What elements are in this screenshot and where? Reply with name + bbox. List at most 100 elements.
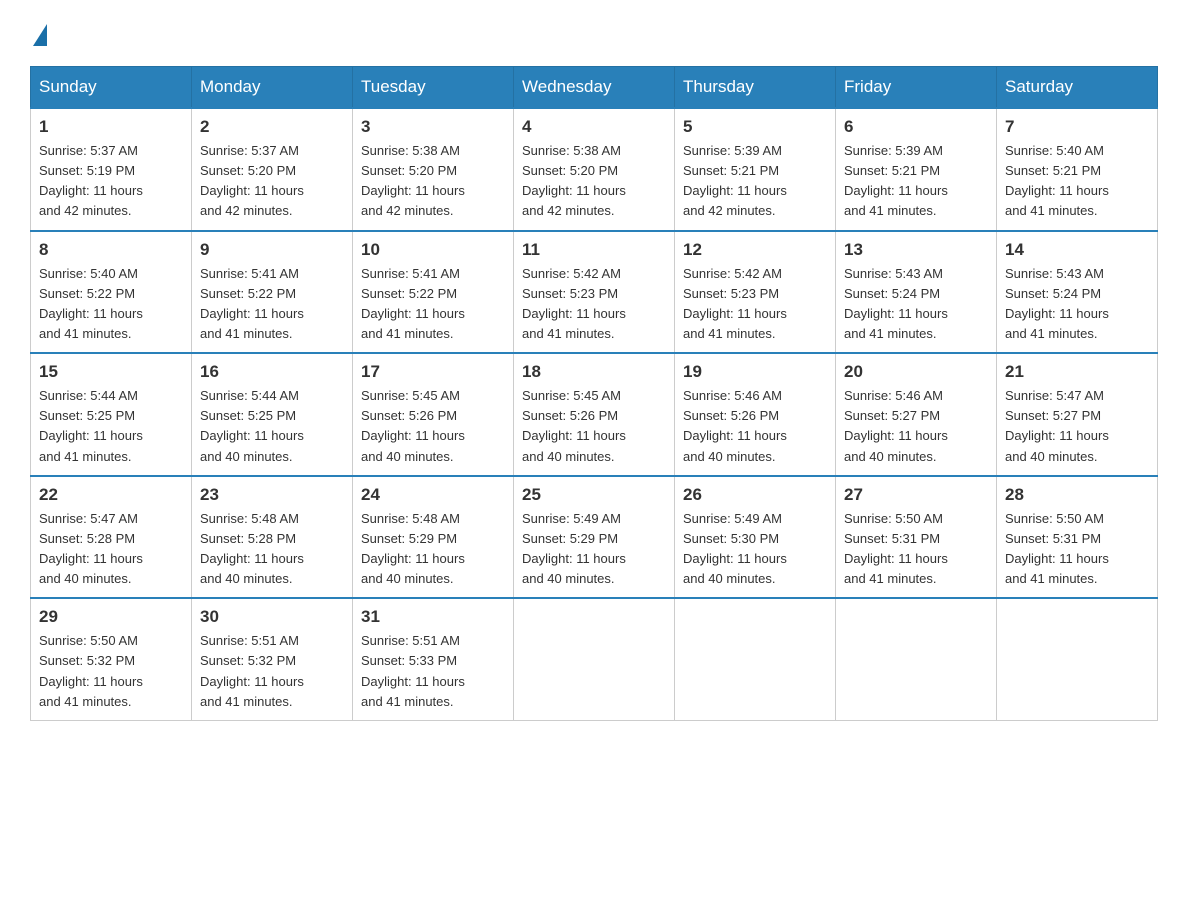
day-number: 4 [522, 117, 666, 137]
day-number: 20 [844, 362, 988, 382]
day-info: Sunrise: 5:39 AMSunset: 5:21 PMDaylight:… [844, 141, 988, 222]
day-number: 15 [39, 362, 183, 382]
day-number: 8 [39, 240, 183, 260]
day-info: Sunrise: 5:45 AMSunset: 5:26 PMDaylight:… [361, 386, 505, 467]
day-number: 6 [844, 117, 988, 137]
day-info: Sunrise: 5:51 AMSunset: 5:32 PMDaylight:… [200, 631, 344, 712]
day-info: Sunrise: 5:50 AMSunset: 5:32 PMDaylight:… [39, 631, 183, 712]
logo-triangle-icon [33, 24, 47, 46]
header-saturday: Saturday [997, 67, 1158, 109]
day-info: Sunrise: 5:44 AMSunset: 5:25 PMDaylight:… [200, 386, 344, 467]
day-number: 23 [200, 485, 344, 505]
header-sunday: Sunday [31, 67, 192, 109]
day-number: 12 [683, 240, 827, 260]
day-info: Sunrise: 5:48 AMSunset: 5:29 PMDaylight:… [361, 509, 505, 590]
calendar-week-row: 15 Sunrise: 5:44 AMSunset: 5:25 PMDayligh… [31, 353, 1158, 476]
calendar-cell: 28Sunrise: 5:50 AMSunset: 5:31 PMDayligh… [997, 476, 1158, 599]
calendar-cell [675, 598, 836, 720]
logo [30, 20, 47, 46]
day-info: Sunrise: 5:37 AMSunset: 5:19 PMDaylight:… [39, 141, 183, 222]
day-info: Sunrise: 5:41 AMSunset: 5:22 PMDaylight:… [200, 264, 344, 345]
calendar-week-row: 1 Sunrise: 5:37 AMSunset: 5:19 PMDaylight… [31, 108, 1158, 231]
calendar-cell: 24 Sunrise: 5:48 AMSunset: 5:29 PMDayligh… [353, 476, 514, 599]
calendar-header-row: SundayMondayTuesdayWednesdayThursdayFrid… [31, 67, 1158, 109]
calendar-cell: 11 Sunrise: 5:42 AMSunset: 5:23 PMDayligh… [514, 231, 675, 354]
calendar-cell: 22 Sunrise: 5:47 AMSunset: 5:28 PMDayligh… [31, 476, 192, 599]
calendar-cell: 6 Sunrise: 5:39 AMSunset: 5:21 PMDaylight… [836, 108, 997, 231]
header-tuesday: Tuesday [353, 67, 514, 109]
day-info: Sunrise: 5:51 AMSunset: 5:33 PMDaylight:… [361, 631, 505, 712]
calendar-cell: 21 Sunrise: 5:47 AMSunset: 5:27 PMDayligh… [997, 353, 1158, 476]
header-friday: Friday [836, 67, 997, 109]
calendar-table: SundayMondayTuesdayWednesdayThursdayFrid… [30, 66, 1158, 721]
calendar-cell: 19 Sunrise: 5:46 AMSunset: 5:26 PMDayligh… [675, 353, 836, 476]
day-info: Sunrise: 5:38 AMSunset: 5:20 PMDaylight:… [361, 141, 505, 222]
calendar-week-row: 29 Sunrise: 5:50 AMSunset: 5:32 PMDayligh… [31, 598, 1158, 720]
day-info: Sunrise: 5:47 AMSunset: 5:27 PMDaylight:… [1005, 386, 1149, 467]
day-info: Sunrise: 5:49 AMSunset: 5:30 PMDaylight:… [683, 509, 827, 590]
header-wednesday: Wednesday [514, 67, 675, 109]
calendar-cell [514, 598, 675, 720]
calendar-cell: 5 Sunrise: 5:39 AMSunset: 5:21 PMDaylight… [675, 108, 836, 231]
day-info: Sunrise: 5:48 AMSunset: 5:28 PMDaylight:… [200, 509, 344, 590]
day-info: Sunrise: 5:43 AMSunset: 5:24 PMDaylight:… [1005, 264, 1149, 345]
day-number: 19 [683, 362, 827, 382]
calendar-cell: 2 Sunrise: 5:37 AMSunset: 5:20 PMDaylight… [192, 108, 353, 231]
day-info: Sunrise: 5:45 AMSunset: 5:26 PMDaylight:… [522, 386, 666, 467]
day-number: 26 [683, 485, 827, 505]
calendar-cell: 27 Sunrise: 5:50 AMSunset: 5:31 PMDayligh… [836, 476, 997, 599]
calendar-cell: 25Sunrise: 5:49 AMSunset: 5:29 PMDayligh… [514, 476, 675, 599]
calendar-cell: 4 Sunrise: 5:38 AMSunset: 5:20 PMDaylight… [514, 108, 675, 231]
day-number: 7 [1005, 117, 1149, 137]
calendar-week-row: 8Sunrise: 5:40 AMSunset: 5:22 PMDaylight… [31, 231, 1158, 354]
calendar-cell: 3 Sunrise: 5:38 AMSunset: 5:20 PMDaylight… [353, 108, 514, 231]
day-info: Sunrise: 5:50 AMSunset: 5:31 PMDaylight:… [844, 509, 988, 590]
calendar-cell: 12 Sunrise: 5:42 AMSunset: 5:23 PMDayligh… [675, 231, 836, 354]
calendar-week-row: 22 Sunrise: 5:47 AMSunset: 5:28 PMDayligh… [31, 476, 1158, 599]
calendar-cell: 20 Sunrise: 5:46 AMSunset: 5:27 PMDayligh… [836, 353, 997, 476]
day-number: 27 [844, 485, 988, 505]
day-number: 9 [200, 240, 344, 260]
calendar-cell: 17Sunrise: 5:45 AMSunset: 5:26 PMDayligh… [353, 353, 514, 476]
calendar-cell [836, 598, 997, 720]
day-number: 10 [361, 240, 505, 260]
day-info: Sunrise: 5:47 AMSunset: 5:28 PMDaylight:… [39, 509, 183, 590]
day-number: 29 [39, 607, 183, 627]
calendar-cell: 15Sunrise: 5:44 AMSunset: 5:25 PMDayligh… [31, 353, 192, 476]
day-number: 16 [200, 362, 344, 382]
day-info: Sunrise: 5:38 AMSunset: 5:20 PMDaylight:… [522, 141, 666, 222]
day-info: Sunrise: 5:43 AMSunset: 5:24 PMDaylight:… [844, 264, 988, 345]
day-number: 1 [39, 117, 183, 137]
day-info: Sunrise: 5:39 AMSunset: 5:21 PMDaylight:… [683, 141, 827, 222]
day-number: 24 [361, 485, 505, 505]
day-number: 3 [361, 117, 505, 137]
calendar-cell: 31Sunrise: 5:51 AMSunset: 5:33 PMDayligh… [353, 598, 514, 720]
day-info: Sunrise: 5:46 AMSunset: 5:26 PMDaylight:… [683, 386, 827, 467]
day-number: 14 [1005, 240, 1149, 260]
day-number: 5 [683, 117, 827, 137]
day-number: 2 [200, 117, 344, 137]
day-number: 11 [522, 240, 666, 260]
calendar-cell: 1 Sunrise: 5:37 AMSunset: 5:19 PMDaylight… [31, 108, 192, 231]
calendar-cell: 16 Sunrise: 5:44 AMSunset: 5:25 PMDayligh… [192, 353, 353, 476]
day-info: Sunrise: 5:37 AMSunset: 5:20 PMDaylight:… [200, 141, 344, 222]
day-info: Sunrise: 5:49 AMSunset: 5:29 PMDaylight:… [522, 509, 666, 590]
calendar-cell: 8Sunrise: 5:40 AMSunset: 5:22 PMDaylight… [31, 231, 192, 354]
day-info: Sunrise: 5:42 AMSunset: 5:23 PMDaylight:… [522, 264, 666, 345]
calendar-cell: 30Sunrise: 5:51 AMSunset: 5:32 PMDayligh… [192, 598, 353, 720]
day-number: 28 [1005, 485, 1149, 505]
day-info: Sunrise: 5:41 AMSunset: 5:22 PMDaylight:… [361, 264, 505, 345]
day-info: Sunrise: 5:40 AMSunset: 5:21 PMDaylight:… [1005, 141, 1149, 222]
day-number: 13 [844, 240, 988, 260]
calendar-cell: 23 Sunrise: 5:48 AMSunset: 5:28 PMDayligh… [192, 476, 353, 599]
calendar-cell: 18Sunrise: 5:45 AMSunset: 5:26 PMDayligh… [514, 353, 675, 476]
calendar-cell [997, 598, 1158, 720]
day-number: 21 [1005, 362, 1149, 382]
day-info: Sunrise: 5:46 AMSunset: 5:27 PMDaylight:… [844, 386, 988, 467]
header-thursday: Thursday [675, 67, 836, 109]
calendar-cell: 13 Sunrise: 5:43 AMSunset: 5:24 PMDayligh… [836, 231, 997, 354]
page-header [30, 20, 1158, 46]
calendar-cell: 9 Sunrise: 5:41 AMSunset: 5:22 PMDaylight… [192, 231, 353, 354]
day-info: Sunrise: 5:42 AMSunset: 5:23 PMDaylight:… [683, 264, 827, 345]
day-number: 22 [39, 485, 183, 505]
